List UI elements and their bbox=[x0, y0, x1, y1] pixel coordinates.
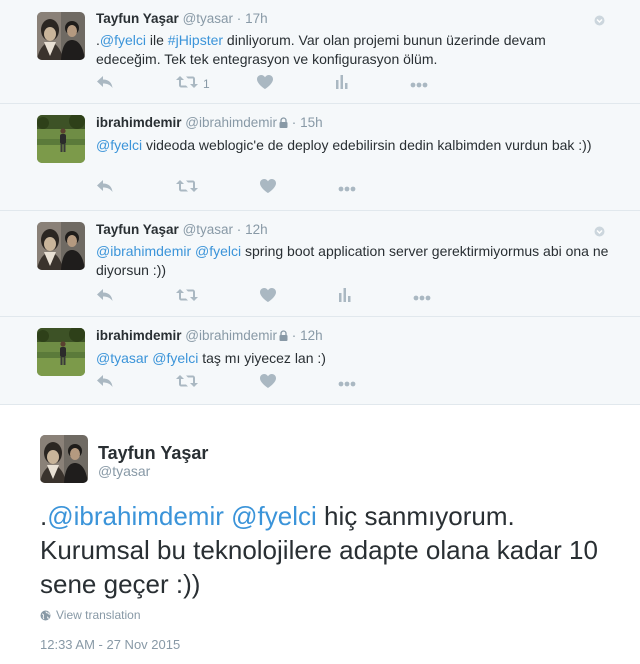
like-icon bbox=[260, 373, 276, 393]
view-translation-link[interactable]: View translation bbox=[40, 608, 141, 622]
user-name[interactable]: Tayfun Yaşar bbox=[98, 443, 208, 464]
mention-link[interactable]: @fyelci bbox=[100, 32, 146, 48]
avatar[interactable] bbox=[37, 222, 85, 270]
more-icon bbox=[413, 288, 431, 306]
tweet-text: .@ibrahimdemir @fyelci hiç sanmıyorum. K… bbox=[40, 499, 600, 601]
tweet-timestamp[interactable]: 12:33 AM - 27 Nov 2015 bbox=[40, 637, 180, 652]
avatar[interactable] bbox=[37, 115, 85, 163]
analytics-icon bbox=[339, 287, 351, 307]
user-handle[interactable]: @tyasar bbox=[98, 463, 150, 479]
reply-button[interactable] bbox=[96, 288, 114, 307]
reply-button[interactable] bbox=[96, 374, 114, 393]
more-button[interactable] bbox=[338, 374, 356, 392]
mention-link[interactable]: @fyelci bbox=[152, 350, 198, 366]
tweet-text: @ibrahimdemir @fyelci spring boot applic… bbox=[96, 242, 612, 280]
reply-icon bbox=[96, 288, 114, 307]
retweet-count: 1 bbox=[203, 77, 210, 91]
user-name[interactable]: Tayfun Yaşar bbox=[96, 222, 179, 237]
retweet-button[interactable]: 1 bbox=[176, 75, 210, 94]
like-button[interactable] bbox=[260, 373, 276, 393]
retweet-icon bbox=[176, 179, 198, 198]
separator-dot: · bbox=[291, 115, 297, 130]
separator-dot: · bbox=[291, 328, 297, 343]
like-icon bbox=[260, 178, 276, 198]
lock-icon bbox=[279, 115, 288, 133]
focused-tweet: Tayfun Yaşar @tyasar .@ibrahimdemir @fye… bbox=[0, 405, 640, 664]
mention-link[interactable]: @tyasar bbox=[96, 350, 148, 366]
user-name[interactable]: ibrahimdemir bbox=[96, 328, 182, 343]
text-segment: taş mı yiyecez lan :) bbox=[198, 350, 326, 366]
user-handle[interactable]: @ibrahimdemir bbox=[185, 328, 277, 343]
more-icon bbox=[338, 179, 356, 197]
user-handle[interactable]: @tyasar bbox=[183, 11, 233, 26]
lock-icon bbox=[279, 328, 288, 346]
tweet[interactable]: ibrahimdemir @ibrahimdemir · 15h @fyelci… bbox=[0, 104, 640, 211]
user-name[interactable]: Tayfun Yaşar bbox=[96, 11, 179, 26]
tweet-time[interactable]: 17h bbox=[245, 11, 268, 26]
avatar[interactable] bbox=[37, 328, 85, 376]
reply-icon bbox=[96, 374, 114, 393]
retweet-button[interactable] bbox=[176, 374, 198, 393]
more-icon bbox=[338, 374, 356, 392]
retweet-icon bbox=[176, 75, 198, 94]
more-button[interactable] bbox=[338, 179, 356, 197]
tweet-time[interactable]: 12h bbox=[300, 328, 323, 343]
hashtag-link[interactable]: #jHipster bbox=[168, 32, 223, 48]
conversation-thread: Tayfun Yaşar @tyasar · 17h .@fyelci ile … bbox=[0, 0, 640, 405]
tweet-text: .@fyelci ile #jHipster dinliyorum. Var o… bbox=[96, 31, 612, 69]
tweet-time[interactable]: 15h bbox=[300, 115, 323, 130]
caret-icon[interactable] bbox=[594, 13, 605, 26]
retweet-button[interactable] bbox=[176, 288, 198, 307]
user-handle[interactable]: @ibrahimdemir bbox=[185, 115, 277, 130]
tweet[interactable]: Tayfun Yaşar @tyasar · 17h .@fyelci ile … bbox=[0, 0, 640, 104]
mention-link[interactable]: @ibrahimdemir bbox=[47, 501, 224, 531]
reply-icon bbox=[96, 75, 114, 94]
reply-button[interactable] bbox=[96, 75, 114, 94]
separator-dot: · bbox=[236, 11, 242, 26]
user-name[interactable]: ibrahimdemir bbox=[96, 115, 182, 130]
mention-link[interactable]: @fyelci bbox=[195, 243, 241, 259]
tweet[interactable]: ibrahimdemir @ibrahimdemir · 12h @tyasar… bbox=[0, 317, 640, 405]
more-button[interactable] bbox=[410, 75, 428, 93]
like-icon bbox=[256, 74, 273, 94]
tweet-text: @fyelci videoda weblogic'e de deploy ede… bbox=[96, 136, 612, 155]
avatar[interactable] bbox=[37, 12, 85, 60]
tweet-time[interactable]: 12h bbox=[245, 222, 268, 237]
caret-icon[interactable] bbox=[594, 224, 605, 237]
like-button[interactable] bbox=[260, 287, 276, 307]
retweet-icon bbox=[176, 374, 198, 393]
analytics-icon bbox=[335, 74, 348, 94]
view-translation-label: View translation bbox=[56, 608, 141, 622]
mention-link[interactable]: @fyelci bbox=[96, 137, 142, 153]
tweet[interactable]: Tayfun Yaşar @tyasar · 12h @ibrahimdemir… bbox=[0, 211, 640, 317]
analytics-button[interactable] bbox=[335, 74, 348, 94]
separator-dot: · bbox=[236, 222, 242, 237]
text-segment: ile bbox=[146, 32, 168, 48]
reply-button[interactable] bbox=[96, 179, 114, 198]
more-button[interactable] bbox=[413, 288, 431, 306]
like-button[interactable] bbox=[260, 178, 276, 198]
reply-icon bbox=[96, 179, 114, 198]
avatar[interactable] bbox=[40, 435, 88, 483]
like-icon bbox=[260, 287, 276, 307]
globe-icon bbox=[40, 610, 51, 621]
mention-link[interactable]: @fyelci bbox=[231, 501, 317, 531]
retweet-icon bbox=[176, 288, 198, 307]
more-icon bbox=[410, 75, 428, 93]
mention-link[interactable]: @ibrahimdemir bbox=[96, 243, 191, 259]
tweet-text: @tyasar @fyelci taş mı yiyecez lan :) bbox=[96, 349, 612, 368]
like-button[interactable] bbox=[256, 74, 273, 94]
retweet-button[interactable] bbox=[176, 179, 198, 198]
text-segment: videoda weblogic'e de deploy edebilirsin… bbox=[142, 137, 592, 153]
user-handle[interactable]: @tyasar bbox=[183, 222, 233, 237]
analytics-button[interactable] bbox=[339, 287, 351, 307]
